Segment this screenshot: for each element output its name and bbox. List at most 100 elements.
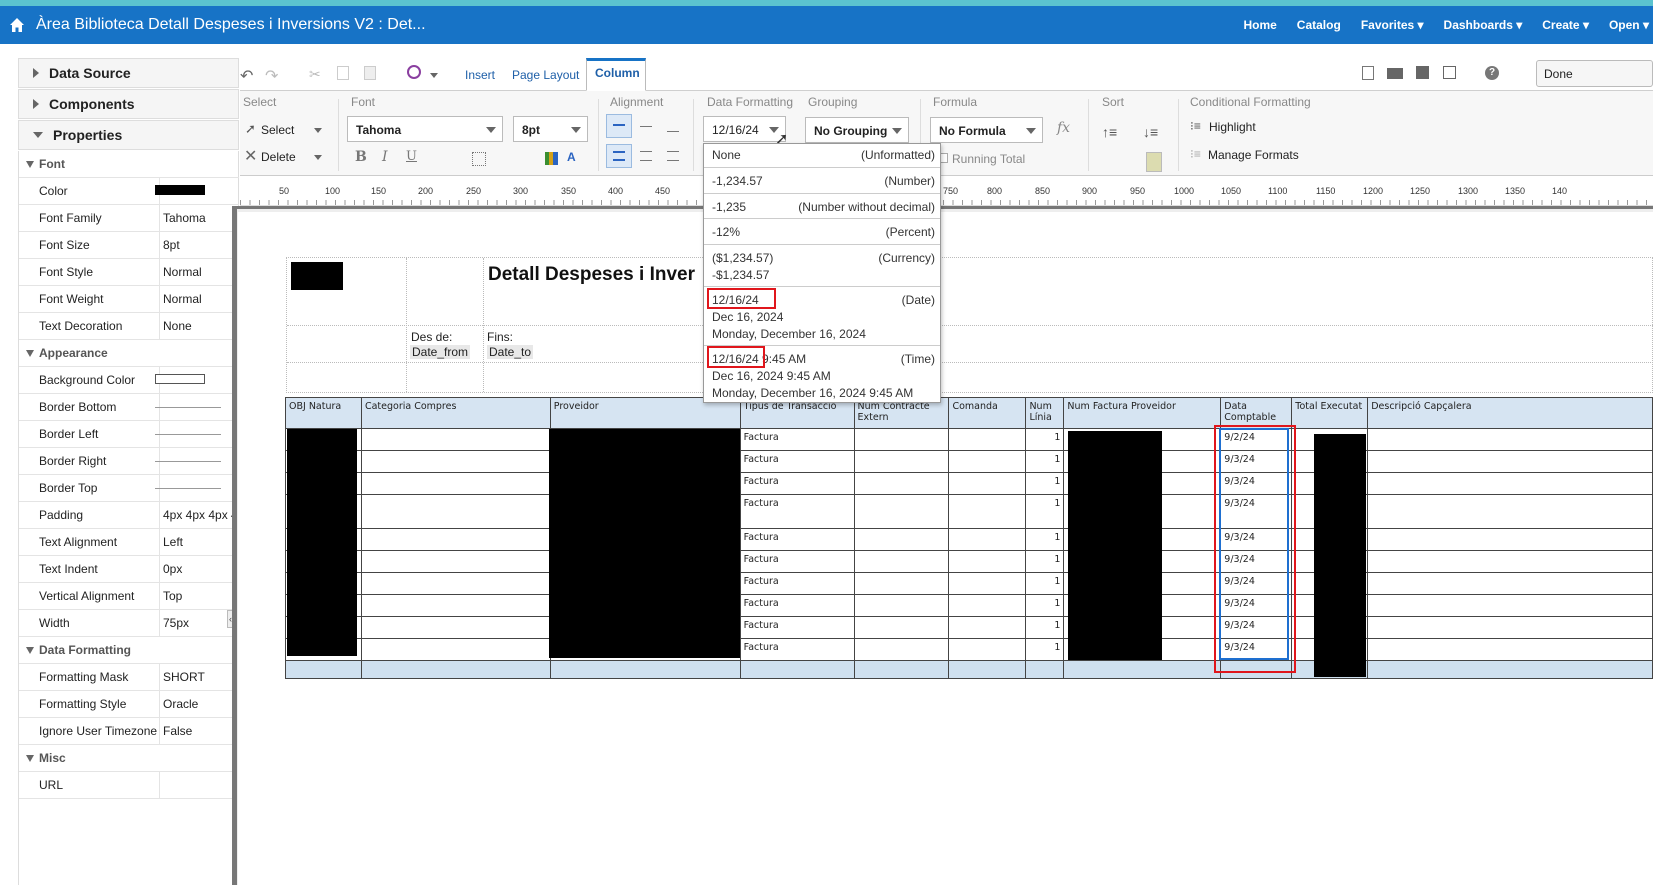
table-row[interactable]: Factura 1 9/3/24: [285, 494, 1653, 529]
prop-formatting-mask[interactable]: Formatting Mask SHORT: [19, 664, 239, 691]
components-section[interactable]: Components: [18, 89, 239, 119]
cell-tipus[interactable]: Factura: [739, 550, 855, 573]
nav-home[interactable]: Home: [1243, 18, 1276, 32]
sort-descending-icon[interactable]: ↓≡: [1143, 124, 1158, 140]
border-line-preview[interactable]: [155, 488, 221, 489]
highlight-button[interactable]: Highlight: [1209, 120, 1256, 134]
col-header[interactable]: Data Comptable: [1220, 397, 1293, 429]
align-right-icon[interactable]: [667, 151, 679, 161]
cell-linia[interactable]: 1: [1025, 572, 1065, 595]
prop-border-top[interactable]: Border Top: [19, 475, 239, 502]
align-center-icon[interactable]: [640, 151, 652, 161]
prop-text-indent[interactable]: Text Indent 0px: [19, 556, 239, 583]
group-data-formatting[interactable]: Data Formatting: [19, 637, 239, 664]
help-icon[interactable]: ?: [1485, 66, 1499, 80]
align-top-button[interactable]: [606, 114, 632, 138]
prop-text-decoration[interactable]: Text Decoration None: [19, 313, 239, 340]
align-middle-icon[interactable]: [640, 126, 652, 127]
group-font[interactable]: Font: [19, 151, 239, 178]
cell-tipus[interactable]: Factura: [739, 428, 855, 451]
home-icon[interactable]: [9, 17, 25, 33]
delete-button[interactable]: Delete: [261, 150, 296, 164]
prop-color[interactable]: Color: [19, 178, 239, 205]
format-option-currency[interactable]: ($1,234.57) -$1,234.57 (Currency): [704, 245, 940, 287]
col-header[interactable]: Descripció Capçalera: [1367, 397, 1653, 429]
copy-icon[interactable]: [337, 66, 349, 80]
date-from-field[interactable]: Date_from: [410, 345, 471, 359]
cell-linia[interactable]: 1: [1025, 528, 1065, 551]
table-row[interactable]: Factura 1 9/3/24: [285, 472, 1653, 495]
function-icon[interactable]: fx: [1057, 120, 1070, 136]
chevron-down-icon[interactable]: [430, 73, 438, 78]
prop-formatting-style[interactable]: Formatting Style Oracle: [19, 691, 239, 718]
cell-linia[interactable]: 1: [1025, 616, 1065, 639]
font-size-select[interactable]: 8pt: [513, 116, 588, 142]
table-row[interactable]: Factura 1 9/3/24: [285, 572, 1653, 595]
border-icon[interactable]: [472, 152, 486, 166]
prop-background-color[interactable]: Background Color: [19, 367, 239, 394]
cell-linia[interactable]: 1: [1025, 428, 1065, 451]
background-color-icon[interactable]: [545, 152, 558, 165]
to-label[interactable]: Fins:: [487, 330, 513, 344]
done-button[interactable]: Done: [1536, 60, 1653, 87]
table-row[interactable]: Factura 1 9/3/24: [285, 616, 1653, 639]
redo-icon[interactable]: ↷: [265, 66, 278, 86]
cell-tipus[interactable]: Factura: [739, 616, 855, 639]
nav-open[interactable]: Open ▾: [1609, 18, 1649, 32]
text-color-icon[interactable]: A: [567, 150, 576, 164]
prop-ignore-user-timezone[interactable]: Ignore User Timezone False: [19, 718, 239, 745]
prop-border-right[interactable]: Border Right: [19, 448, 239, 475]
tab-insert[interactable]: Insert: [465, 68, 495, 82]
prop-text-alignment[interactable]: Text Alignment Left: [19, 529, 239, 556]
manage-formats-button[interactable]: Manage Formats: [1208, 148, 1299, 162]
select-button[interactable]: Select: [261, 123, 294, 137]
report-title[interactable]: Detall Despeses i Inver: [488, 264, 695, 286]
table-row[interactable]: Factura 1 9/3/24: [285, 450, 1653, 473]
cell-linia[interactable]: 1: [1025, 450, 1065, 473]
prop-vertical-alignment[interactable]: Vertical Alignment Top: [19, 583, 239, 610]
nav-catalog[interactable]: Catalog: [1297, 18, 1341, 32]
paste-icon[interactable]: [364, 66, 376, 80]
align-bottom-icon[interactable]: [667, 131, 679, 132]
report-data-table[interactable]: OBJ Natura Categoria Compres Proveidor T…: [285, 397, 1653, 679]
col-header[interactable]: Num Línia: [1025, 397, 1065, 429]
border-line-preview[interactable]: [155, 461, 221, 462]
tab-column[interactable]: Column: [586, 58, 646, 91]
cell-tipus[interactable]: Factura: [739, 572, 855, 595]
color-swatch[interactable]: [155, 374, 205, 384]
format-option-unformatted[interactable]: None (Unformatted): [704, 144, 940, 168]
cell-linia[interactable]: 1: [1025, 494, 1065, 529]
italic-icon[interactable]: I: [382, 149, 388, 165]
data-source-section[interactable]: Data Source: [18, 58, 239, 88]
undo-icon[interactable]: ↶: [240, 66, 253, 86]
new-icon[interactable]: [1362, 66, 1374, 80]
table-row[interactable]: Factura 1 9/3/24: [285, 638, 1653, 661]
cell-linia[interactable]: 1: [1025, 550, 1065, 573]
nav-create[interactable]: Create ▾: [1542, 18, 1589, 32]
format-option-number[interactable]: -1,234.57 (Number): [704, 168, 940, 194]
chevron-down-icon[interactable]: [314, 155, 322, 160]
table-total-row[interactable]: [285, 660, 1653, 679]
preview-icon[interactable]: [407, 65, 421, 79]
color-swatch[interactable]: [155, 185, 205, 195]
prop-width[interactable]: Width 75px: [19, 610, 239, 637]
prop-padding[interactable]: Padding 4px 4px 4px 4: [19, 502, 239, 529]
cell-tipus[interactable]: Factura: [739, 450, 855, 473]
prop-url[interactable]: URL: [19, 772, 239, 799]
save-icon[interactable]: [1416, 66, 1429, 79]
col-header[interactable]: Categoria Compres: [360, 397, 551, 429]
prop-font-style[interactable]: Font Style Normal: [19, 259, 239, 286]
cell-linia[interactable]: 1: [1025, 472, 1065, 495]
grouping-select[interactable]: No Grouping: [805, 117, 909, 143]
date-to-field[interactable]: Date_to: [487, 345, 534, 359]
folder-icon[interactable]: [1387, 68, 1403, 79]
border-line-preview[interactable]: [155, 407, 221, 408]
from-label[interactable]: Des de:: [411, 330, 452, 344]
col-header[interactable]: OBJ Natura: [285, 397, 362, 429]
group-misc[interactable]: Misc: [19, 745, 239, 772]
border-line-preview[interactable]: [155, 434, 221, 435]
save-as-icon[interactable]: [1443, 66, 1456, 79]
cell-tipus[interactable]: Factura: [739, 494, 855, 529]
prop-font-size[interactable]: Font Size 8pt: [19, 232, 239, 259]
data-format-select[interactable]: 12/16/24: [703, 116, 786, 142]
